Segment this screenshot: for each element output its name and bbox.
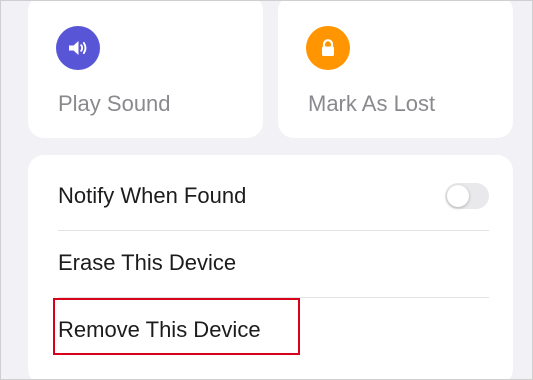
device-settings-panel: Play Sound Mark As Lost Notify When Foun…: [0, 0, 533, 380]
device-options-list: Notify When Found Erase This Device Remo…: [28, 155, 513, 379]
remove-device-label: Remove This Device: [58, 317, 261, 342]
remove-device-row[interactable]: Remove This Device: [28, 298, 513, 365]
notify-when-found-label: Notify When Found: [58, 183, 247, 208]
toggle-knob: [447, 185, 469, 207]
play-sound-button[interactable]: Play Sound: [28, 1, 263, 138]
speaker-icon: [56, 26, 100, 70]
play-sound-label: Play Sound: [58, 91, 171, 116]
mark-as-lost-label: Mark As Lost: [308, 91, 436, 116]
erase-device-row[interactable]: Erase This Device: [28, 231, 513, 298]
notify-when-found-row: Notify When Found: [28, 164, 513, 231]
notify-when-found-toggle[interactable]: [445, 183, 489, 209]
mark-as-lost-button[interactable]: Mark As Lost: [278, 1, 513, 138]
erase-device-label: Erase This Device: [58, 250, 237, 275]
lock-icon: [306, 26, 350, 70]
